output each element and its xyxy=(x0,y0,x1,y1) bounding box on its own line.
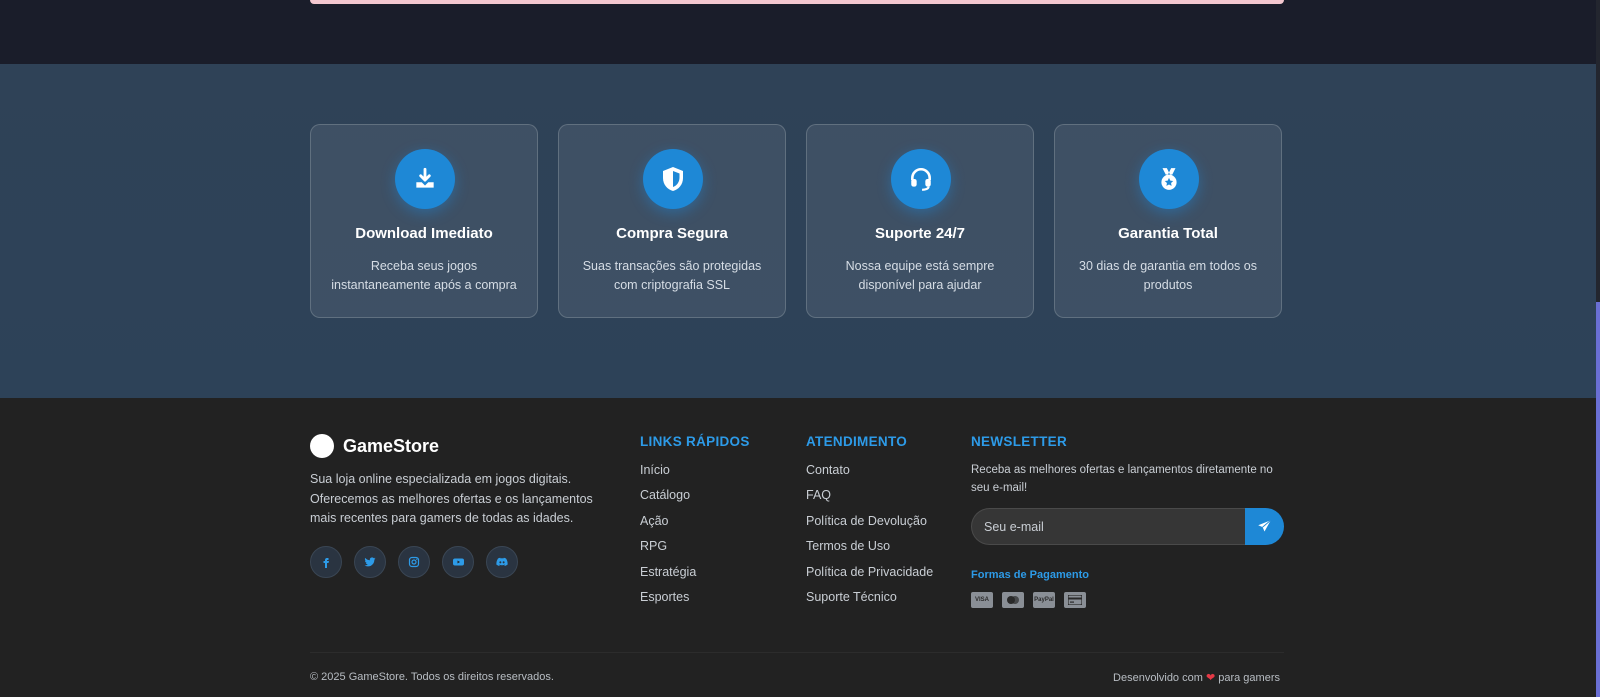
support-link-suporte-tecnico[interactable]: Suporte Técnico xyxy=(806,589,933,614)
support-link-privacidade[interactable]: Política de Privacidade xyxy=(806,564,933,589)
copyright-text: © 2025 GameStore. Todos os direitos rese… xyxy=(310,671,554,683)
support-link-faq[interactable]: FAQ xyxy=(806,487,933,512)
feature-title: Suporte 24/7 xyxy=(874,225,966,242)
newsletter-email-input[interactable] xyxy=(971,508,1246,545)
quick-links-title: LINKS RÁPIDOS xyxy=(640,434,750,449)
headset-icon xyxy=(891,149,951,209)
footer-divider xyxy=(310,652,1284,653)
feature-title: Download Imediato xyxy=(355,225,493,242)
footer-brand[interactable]: GameStore xyxy=(310,434,439,458)
made-with-suffix: para gamers xyxy=(1218,672,1280,684)
newsletter-description: Receba as melhores ofertas e lançamentos… xyxy=(971,464,1273,494)
discord-icon[interactable] xyxy=(486,546,518,578)
feature-description: Nossa equipe está sempre disponível para… xyxy=(845,259,995,292)
feature-card-guarantee: Garantia Total 30 dias de garantia em to… xyxy=(1054,124,1282,318)
mastercard-icon xyxy=(1002,592,1024,608)
support-link-contato[interactable]: Contato xyxy=(806,462,933,487)
footer: GameStore Sua loja online especializada … xyxy=(0,398,1596,697)
previous-section-card-edge xyxy=(310,0,1284,4)
facebook-icon[interactable] xyxy=(310,546,342,578)
features-section: Download Imediato Receba seus jogos inst… xyxy=(0,64,1596,398)
scrollbar-thumb[interactable] xyxy=(1596,302,1600,697)
feature-card-download: Download Imediato Receba seus jogos inst… xyxy=(310,124,538,318)
medal-icon xyxy=(1139,149,1199,209)
quick-link-esportes[interactable]: Esportes xyxy=(640,589,696,614)
shield-icon xyxy=(643,149,703,209)
quick-link-acao[interactable]: Ação xyxy=(640,513,696,538)
feature-card-support: Suporte 24/7 Nossa equipe está sempre di… xyxy=(806,124,1034,318)
visa-icon: VISA xyxy=(971,592,993,608)
brand-name: GameStore xyxy=(343,435,440,456)
newsletter-form xyxy=(971,508,1284,545)
heart-icon: ❤ xyxy=(1205,672,1216,684)
quick-link-inicio[interactable]: Início xyxy=(640,462,696,487)
support-link-devolucao[interactable]: Política de Devolução xyxy=(806,513,933,538)
feature-description: Suas transações são protegidas com cript… xyxy=(582,259,762,292)
quick-link-estrategia[interactable]: Estratégia xyxy=(640,564,696,589)
payment-methods: VISA PayPal xyxy=(971,592,1095,608)
made-with-text: Desenvolvido com ❤ para gamers xyxy=(1113,671,1280,684)
feature-title: Compra Segura xyxy=(616,225,728,242)
feature-description: Receba seus jogos instantaneamente após … xyxy=(331,259,517,292)
feature-title: Garantia Total xyxy=(1118,225,1218,242)
support-link-termos[interactable]: Termos de Uso xyxy=(806,538,933,563)
brand-description: Sua loja online especializada em jogos d… xyxy=(310,472,593,525)
newsletter-submit-button[interactable] xyxy=(1245,508,1284,545)
newsletter-title: NEWSLETTER xyxy=(971,434,1067,449)
previous-section xyxy=(0,0,1596,64)
quick-link-rpg[interactable]: RPG xyxy=(640,538,696,563)
credit-card-icon xyxy=(1064,592,1086,608)
download-icon xyxy=(395,149,455,209)
quick-link-catalogo[interactable]: Catálogo xyxy=(640,487,696,512)
twitter-icon[interactable] xyxy=(354,546,386,578)
logo-icon xyxy=(310,434,334,458)
paypal-icon: PayPal xyxy=(1033,592,1055,608)
social-links xyxy=(310,546,530,578)
payment-methods-title: Formas de Pagamento xyxy=(971,569,1089,581)
made-with-prefix: Desenvolvido com xyxy=(1113,672,1203,684)
feature-card-secure: Compra Segura Suas transações são proteg… xyxy=(558,124,786,318)
instagram-icon[interactable] xyxy=(398,546,430,578)
youtube-icon[interactable] xyxy=(442,546,474,578)
feature-description: 30 dias de garantia em todos os produtos xyxy=(1079,259,1257,292)
support-list: Contato FAQ Política de Devolução Termos… xyxy=(806,462,933,614)
paper-plane-icon xyxy=(1258,519,1272,532)
support-title: ATENDIMENTO xyxy=(806,434,908,449)
quick-links-list: Início Catálogo Ação RPG Estratégia Espo… xyxy=(640,462,696,614)
